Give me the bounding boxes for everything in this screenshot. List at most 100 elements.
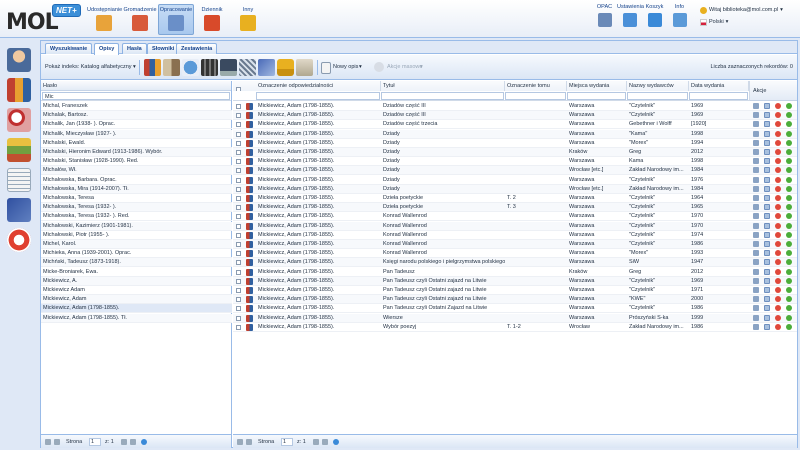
prev-page-icon[interactable] xyxy=(54,439,60,445)
row-checkbox[interactable] xyxy=(236,104,241,109)
row-checkbox[interactable] xyxy=(236,214,241,220)
delete-icon[interactable] xyxy=(775,213,781,220)
copy-icon[interactable] xyxy=(764,158,770,165)
view-icon[interactable] xyxy=(753,250,759,257)
copy-icon[interactable] xyxy=(764,195,770,201)
view-icon[interactable] xyxy=(753,121,759,128)
copy-icon[interactable] xyxy=(764,176,770,183)
delete-icon[interactable] xyxy=(775,287,781,293)
delete-icon[interactable] xyxy=(775,250,781,257)
row-checkbox[interactable] xyxy=(236,278,241,284)
copy-icon[interactable] xyxy=(764,130,770,137)
index-row[interactable]: Michałów, Wł. xyxy=(41,166,232,176)
view-icon[interactable] xyxy=(753,195,759,201)
add-icon[interactable] xyxy=(786,241,792,247)
module-3[interactable]: Dziennik xyxy=(194,4,230,35)
delete-icon[interactable] xyxy=(775,176,781,183)
table-row[interactable]: Mickiewicz, Adam (1798-1855). Dziady Warsz… xyxy=(233,157,797,167)
bulk-actions-button[interactable]: Akcje masowe xyxy=(387,64,422,70)
add-icon[interactable] xyxy=(786,185,792,192)
copy-icon[interactable] xyxy=(764,112,770,119)
index-row[interactable]: Michel, Karol. xyxy=(41,240,232,249)
row-checkbox[interactable] xyxy=(236,251,241,257)
copy-icon[interactable] xyxy=(764,323,770,330)
col-responsibility[interactable]: Oznaczenie odpowiedzialności xyxy=(256,81,381,91)
add-icon[interactable] xyxy=(786,204,792,211)
globe-button[interactable] xyxy=(182,59,199,76)
add-icon[interactable] xyxy=(786,323,792,330)
reader-icon[interactable] xyxy=(7,48,31,72)
delete-icon[interactable] xyxy=(775,277,781,284)
table-row[interactable]: Mickiewicz, Adam (1798-1855). Pan Tadeusz… xyxy=(233,304,797,314)
delete-icon[interactable] xyxy=(775,296,781,303)
search-icon[interactable] xyxy=(7,108,31,132)
copy-icon[interactable] xyxy=(764,241,770,247)
header-button-2[interactable]: Koszyk xyxy=(642,4,667,27)
view-icon[interactable] xyxy=(753,185,759,192)
film-button[interactable] xyxy=(201,59,218,76)
row-checkbox[interactable] xyxy=(236,168,241,174)
view-icon[interactable] xyxy=(753,277,759,284)
row-checkbox[interactable] xyxy=(236,260,241,266)
filter-date[interactable] xyxy=(689,92,748,100)
index-row[interactable]: Michałowska, Mira (1914-2007). Tł. xyxy=(41,184,232,194)
view-icon[interactable] xyxy=(753,259,759,266)
view-icon[interactable] xyxy=(753,158,759,165)
copy-icon[interactable] xyxy=(764,149,770,155)
table-row[interactable]: Mickiewicz, Adam (1798-1855). Dziadów czę… xyxy=(233,102,797,111)
add-icon[interactable] xyxy=(786,259,792,266)
row-checkbox[interactable] xyxy=(236,150,241,155)
add-icon[interactable] xyxy=(786,195,792,201)
delete-icon[interactable] xyxy=(775,204,781,211)
row-checkbox[interactable] xyxy=(236,269,241,275)
list-add-icon[interactable] xyxy=(7,168,31,192)
view-icon[interactable] xyxy=(753,103,759,109)
table-row[interactable]: Mickiewicz, Adam (1798-1855). Dzieła poet… xyxy=(233,194,797,203)
lock-button[interactable] xyxy=(277,59,294,76)
add-icon[interactable] xyxy=(786,222,792,229)
copy-icon[interactable] xyxy=(764,277,770,284)
view-icon[interactable] xyxy=(753,231,759,238)
index-row[interactable]: Michalski, Stanisław (1928-1990). Red. xyxy=(41,157,232,167)
table-row[interactable]: Mickiewicz, Adam (1798-1855). Dziady Warsz… xyxy=(233,129,797,139)
row-checkbox[interactable] xyxy=(236,315,241,321)
tab-0[interactable]: Wyszukiwanie xyxy=(45,43,93,54)
col-place[interactable]: Miejsca wydania xyxy=(567,81,627,91)
table-row[interactable]: Mickiewicz, Adam (1798-1855). Księgi naro… xyxy=(233,258,797,268)
copy-icon[interactable] xyxy=(764,250,770,257)
add-icon[interactable] xyxy=(786,139,792,146)
table-row[interactable]: Mickiewicz, Adam (1798-1855). Dzieła poet… xyxy=(233,203,797,213)
add-icon[interactable] xyxy=(786,231,792,238)
table-row[interactable]: Mickiewicz, Adam (1798-1855). Konrad Wall… xyxy=(233,221,797,231)
row-checkbox[interactable] xyxy=(236,242,241,247)
col-date[interactable]: Data wydania xyxy=(689,81,749,91)
module-1[interactable]: Gromadzenie xyxy=(122,4,158,35)
add-icon[interactable] xyxy=(786,158,792,165)
delete-icon[interactable] xyxy=(775,167,781,174)
table-row[interactable]: Mickiewicz, Adam (1798-1855). Dziady Warsz… xyxy=(233,176,797,185)
index-filter-input[interactable]: Mic xyxy=(42,92,230,100)
view-icon[interactable] xyxy=(753,296,759,303)
delete-icon[interactable] xyxy=(775,268,781,275)
add-icon[interactable] xyxy=(786,287,792,293)
library-button[interactable] xyxy=(163,59,180,76)
language-select[interactable]: Polski ▾ xyxy=(700,16,796,28)
grid-button[interactable] xyxy=(239,59,256,76)
copy-icon[interactable] xyxy=(764,222,770,229)
delete-icon[interactable] xyxy=(775,195,781,201)
row-checkbox[interactable] xyxy=(236,288,241,293)
row-checkbox[interactable] xyxy=(236,306,241,312)
add-icon[interactable] xyxy=(786,112,792,119)
page-input[interactable]: 1 xyxy=(281,438,293,446)
filter-publisher[interactable] xyxy=(627,92,688,100)
module-0[interactable]: Udostępnianie xyxy=(86,4,122,35)
delete-icon[interactable] xyxy=(775,112,781,119)
refresh-icon[interactable] xyxy=(333,439,339,445)
index-row[interactable]: Michieka, Anna (1939-2001). Oprac. xyxy=(41,249,232,259)
table-row[interactable]: Mickiewicz, Adam (1798-1855). Pan Tadeusz… xyxy=(233,276,797,286)
index-select[interactable]: Pokaż indeks: Katalog alfabetyczny ▾ xyxy=(45,64,136,70)
row-checkbox[interactable] xyxy=(236,113,241,119)
table-row[interactable]: Mickiewicz, Adam (1798-1855). Konrad Wall… xyxy=(233,240,797,249)
delete-icon[interactable] xyxy=(775,103,781,109)
table-row[interactable]: Mickiewicz, Adam (1798-1855). Dziady Wrocł… xyxy=(233,166,797,176)
